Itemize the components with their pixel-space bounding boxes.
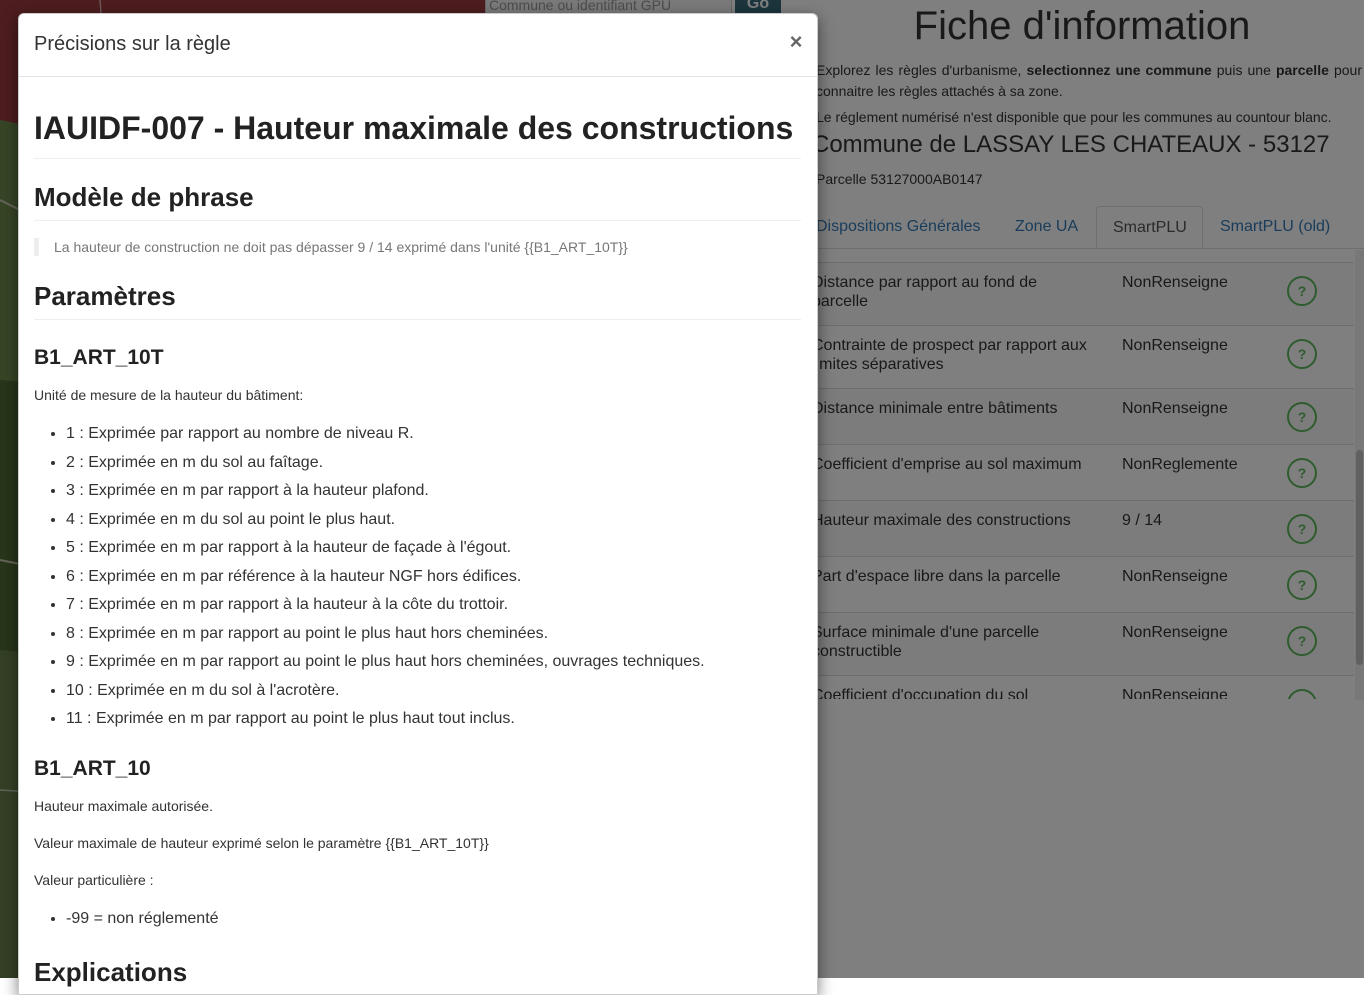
list-item: 1 : Exprimée par rapport au nombre de ni… bbox=[66, 420, 705, 449]
list-item: 10 : Exprimée en m du sol à l'acrotère. bbox=[66, 677, 705, 706]
explanations-heading: Explications bbox=[34, 957, 188, 987]
list-item: 8 : Exprimée en m par rapport au point l… bbox=[66, 620, 705, 649]
param-description: Valeur particulière : bbox=[34, 872, 154, 888]
modal-title: Précisions sur la règle bbox=[34, 33, 231, 55]
param-description: Hauteur maximale autorisée. bbox=[34, 798, 213, 814]
modal-header: Précisions sur la règle × bbox=[19, 14, 817, 77]
list-item: 3 : Exprimée en m par rapport à la haute… bbox=[66, 477, 705, 506]
list-item: 6 : Exprimée en m par référence à la hau… bbox=[66, 563, 705, 592]
model-heading: Modèle de phrase bbox=[34, 182, 254, 212]
param-description: Unité de mesure de la hauteur du bâtimen… bbox=[34, 387, 304, 403]
rule-heading: IAUIDF-007 - Hauteur maximale des constr… bbox=[34, 110, 794, 146]
rule-details-modal: Précisions sur la règle × IAUIDF-007 - H… bbox=[18, 13, 818, 995]
divider bbox=[34, 158, 801, 159]
divider bbox=[34, 319, 801, 320]
model-sentence: La hauteur de construction ne doit pas d… bbox=[34, 238, 801, 256]
list-item: 11 : Exprimée en m par rapport au point … bbox=[66, 705, 705, 734]
list-item: 7 : Exprimée en m par rapport à la haute… bbox=[66, 591, 705, 620]
list-item: -99 = non réglementé bbox=[66, 905, 219, 934]
params-heading: Paramètres bbox=[34, 281, 176, 311]
param-options-list: 1 : Exprimée par rapport au nombre de ni… bbox=[34, 420, 705, 734]
close-button[interactable]: × bbox=[784, 28, 808, 56]
param-description: Valeur maximale de hauteur exprimé selon… bbox=[34, 835, 489, 851]
divider bbox=[34, 220, 801, 221]
list-item: 9 : Exprimée en m par rapport au point l… bbox=[66, 648, 705, 677]
param-name: B1_ART_10 bbox=[34, 757, 151, 780]
list-item: 4 : Exprimée en m du sol au point le plu… bbox=[66, 506, 705, 535]
list-item: 5 : Exprimée en m par rapport à la haute… bbox=[66, 534, 705, 563]
param-name: B1_ART_10T bbox=[34, 346, 164, 369]
param-options-list: -99 = non réglementé bbox=[34, 905, 219, 934]
list-item: 2 : Exprimée en m du sol au faîtage. bbox=[66, 449, 705, 478]
